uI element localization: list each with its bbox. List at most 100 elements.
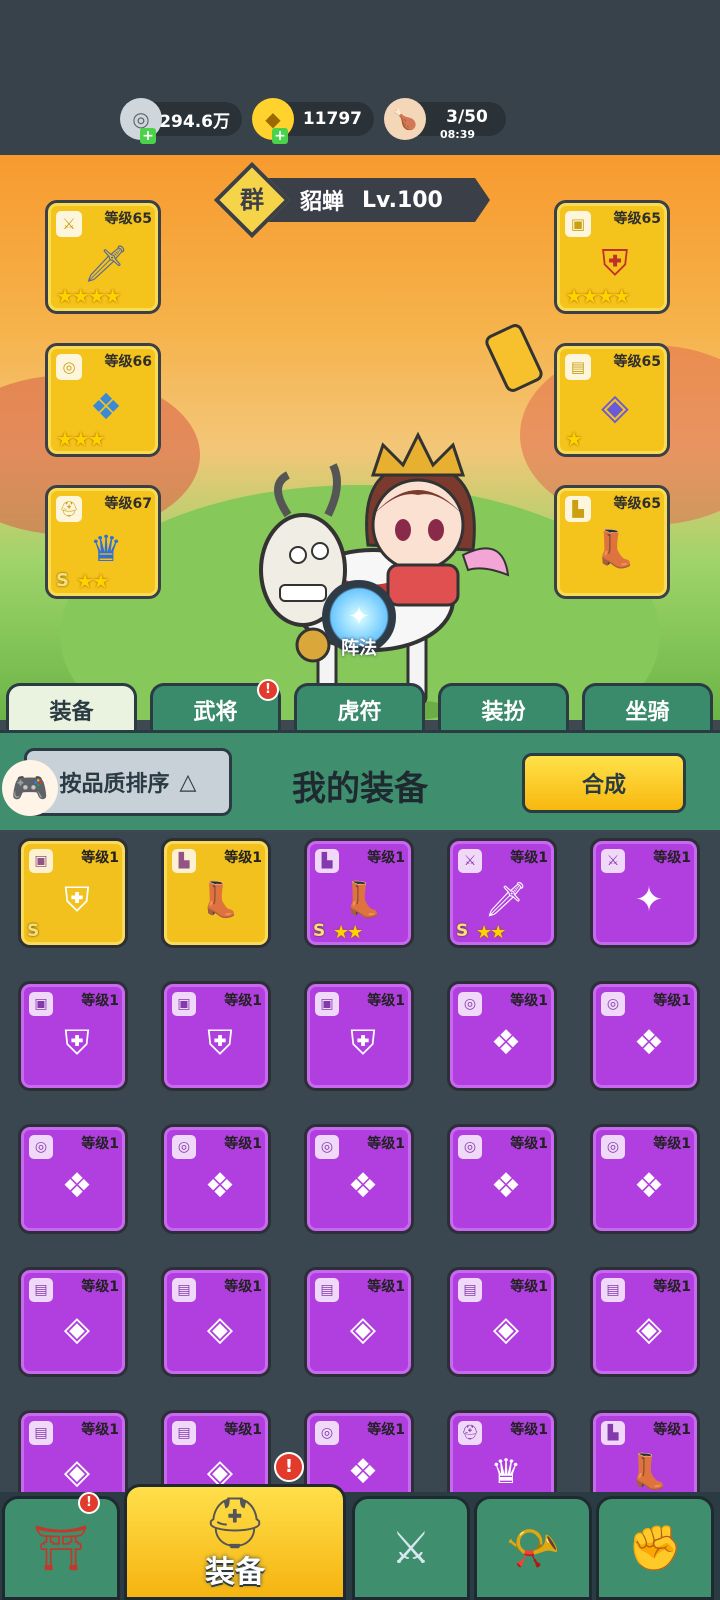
- inventory-item[interactable]: ◎ 等级1 ❖: [447, 1124, 557, 1234]
- inventory-item[interactable]: ▤ 等级1 ◈: [161, 1267, 271, 1377]
- item-level: 等级1: [81, 1422, 119, 1438]
- inventory-item[interactable]: ◎ 等级1 ❖: [161, 1124, 271, 1234]
- slot-level: 等级65: [613, 211, 661, 227]
- add-gold-icon[interactable]: +: [272, 128, 288, 144]
- inventory-item[interactable]: ▤ 等级1 ◈: [447, 1267, 557, 1377]
- equipped-necklace-slot[interactable]: ◎ 等级66 ❖ ★★★: [45, 343, 161, 457]
- nav-battle[interactable]: ⚔: [352, 1496, 470, 1600]
- inventory-item[interactable]: ◎ 等级1 ❖: [447, 981, 557, 1091]
- necklace-icon: ❖: [490, 1166, 522, 1206]
- inventory-item[interactable]: ▣ 等级1 ⛨: [161, 981, 271, 1091]
- equipment-panel-header: 按品质排序 △ 我的装备 合成: [0, 730, 720, 830]
- tab-mount[interactable]: 坐骑: [582, 683, 713, 733]
- item-type-icon: ▣: [315, 992, 339, 1016]
- inventory-item[interactable]: ▣ 等级1 ⛨: [18, 981, 128, 1091]
- synthesize-button[interactable]: 合成: [522, 753, 686, 813]
- slot-stars: ★: [565, 427, 583, 451]
- item-stars: ★★: [333, 922, 363, 943]
- item-level: 等级1: [510, 1279, 548, 1295]
- equipped-weapon-slot[interactable]: ⚔ 等级65 🗡 ★★★★: [45, 200, 161, 314]
- necklace-icon: ❖: [633, 1166, 665, 1206]
- equipped-helmet-slot[interactable]: ⛑ 等级67 ♛ S ★★: [45, 485, 161, 599]
- equipped-boots-slot[interactable]: ▙ 等级65 👢: [554, 485, 670, 599]
- inventory-item[interactable]: ▤ 等级1 ◈: [18, 1267, 128, 1377]
- necklace-icon: ❖: [633, 1023, 665, 1063]
- necklace-icon: ❖: [347, 1452, 379, 1492]
- inventory-item[interactable]: ▤ 等级1 ◈: [18, 1410, 128, 1492]
- nav-equipment[interactable]: ⛑ 装备: [124, 1484, 346, 1600]
- inventory-item[interactable]: ◎ 等级1 ❖: [304, 1124, 414, 1234]
- item-type-icon: ◎: [458, 1135, 482, 1159]
- inventory-item[interactable]: ⚔ 等级1 ✦: [590, 838, 700, 948]
- necklace-icon: ❖: [490, 1023, 522, 1063]
- item-type-icon: ⚔: [601, 849, 625, 873]
- nav-horn[interactable]: 📯: [474, 1496, 592, 1600]
- item-type-icon: ▙: [601, 1421, 625, 1445]
- necklace-icon: ❖: [347, 1166, 379, 1206]
- boots-icon: 👢: [198, 880, 242, 920]
- faction-emblem: 群: [213, 161, 291, 239]
- formation-label: 阵法: [341, 638, 377, 659]
- weapon-type-icon: ⚔: [56, 211, 82, 237]
- item-level: 等级1: [510, 1136, 548, 1152]
- fist-upgrade-icon: ✊: [627, 1523, 683, 1574]
- gold-resource[interactable]: ◆ + 11797: [252, 98, 374, 144]
- inventory-item[interactable]: ▤ 等级1 ◈: [590, 1267, 700, 1377]
- item-level: 等级1: [81, 993, 119, 1009]
- grade-badge: S: [56, 570, 69, 591]
- inventory-item[interactable]: ◎ 等级1 ❖: [590, 1124, 700, 1234]
- slot-level: 等级67: [104, 496, 152, 512]
- item-level: 等级1: [224, 850, 262, 866]
- weapon-icon: 🗡: [484, 880, 528, 920]
- inventory-grid: ▣ 等级1 ⛨ S ▙ 等级1 👢 ▙ 等级1 👢 S ★★ ⚔ 等级1 🗡 S ★★ ⚔ 等级1 ✦ ▣ 等级1 ⛨ ▣ 等级…: [0, 832, 720, 1492]
- armor-icon: ⛨: [207, 1023, 233, 1063]
- armor-icon: ⛨: [350, 1023, 376, 1063]
- nav-upgrade[interactable]: ✊: [596, 1496, 714, 1600]
- item-type-icon: ▙: [172, 849, 196, 873]
- tab-equipment[interactable]: 装备: [6, 683, 137, 733]
- gamepad-icon[interactable]: 🎮: [2, 760, 58, 816]
- inventory-item[interactable]: ◎ 等级1 ❖: [590, 981, 700, 1091]
- item-level: 等级1: [367, 1422, 405, 1438]
- item-level: 等级1: [81, 1136, 119, 1152]
- equipment-helmet-icon: ⛑: [203, 1493, 267, 1552]
- equipped-armor-slot[interactable]: ▣ 等级65 ⛨ ★★★★: [554, 200, 670, 314]
- boots-icon: 👢: [627, 1452, 671, 1492]
- silver-resource[interactable]: ◎ + 294.6万: [120, 98, 242, 144]
- inventory-item[interactable]: ▙ 等级1 👢 S ★★: [304, 838, 414, 948]
- necklace-type-icon: ◎: [56, 354, 82, 380]
- slot-level: 等级66: [104, 354, 152, 370]
- item-level: 等级1: [367, 1136, 405, 1152]
- inventory-item[interactable]: ⛑ 等级1 ♛: [447, 1410, 557, 1492]
- item-level: 等级1: [653, 1136, 691, 1152]
- category-tabs: 装备 武将 ! 虎符 装扮 坐骑: [0, 679, 720, 733]
- nav-shop[interactable]: ⛩: [2, 1496, 120, 1600]
- stamina-resource[interactable]: 🍗 3/50 08:39: [384, 98, 506, 141]
- tab-tiger-tally[interactable]: 虎符: [294, 683, 425, 733]
- item-type-icon: ▤: [29, 1421, 53, 1445]
- item-level: 等级1: [653, 1279, 691, 1295]
- necklace-icon: ❖: [204, 1166, 236, 1206]
- bracer-icon: ◈: [349, 1309, 377, 1349]
- inventory-item[interactable]: ▙ 等级1 👢: [161, 838, 271, 948]
- horn-icon: 📯: [505, 1523, 561, 1574]
- inventory-item[interactable]: ▤ 等级1 ◈: [304, 1267, 414, 1377]
- add-silver-icon[interactable]: +: [140, 128, 156, 144]
- bracer-icon: ◈: [492, 1309, 520, 1349]
- inventory-item[interactable]: ▣ 等级1 ⛨: [304, 981, 414, 1091]
- item-level: 等级1: [367, 993, 405, 1009]
- inventory-item[interactable]: ⚔ 等级1 🗡 S ★★: [447, 838, 557, 948]
- equipped-bracer-slot[interactable]: ▤ 等级65 ◈ ★: [554, 343, 670, 457]
- stamina-timer: 08:39: [440, 128, 476, 141]
- tab-costume[interactable]: 装扮: [438, 683, 569, 733]
- item-level: 等级1: [510, 993, 548, 1009]
- grade-badge: S: [456, 921, 469, 941]
- inventory-item[interactable]: ▣ 等级1 ⛨ S: [18, 838, 128, 948]
- inventory-item[interactable]: ◎ 等级1 ❖: [304, 1410, 414, 1492]
- inventory-item[interactable]: ▙ 等级1 👢: [590, 1410, 700, 1492]
- item-level: 等级1: [81, 850, 119, 866]
- inventory-item[interactable]: ◎ 等级1 ❖: [18, 1124, 128, 1234]
- inventory-item[interactable]: ▤ 等级1 ◈: [161, 1410, 271, 1492]
- slot-level: 等级65: [613, 354, 661, 370]
- item-stars: ★★: [476, 922, 506, 943]
